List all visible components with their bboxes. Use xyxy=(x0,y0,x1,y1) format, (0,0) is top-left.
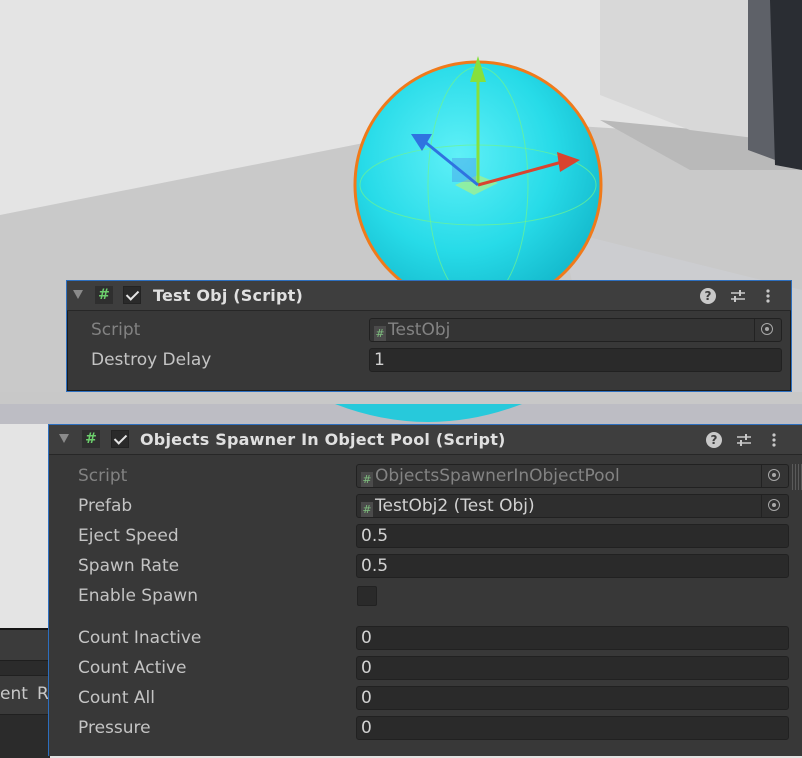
editor-toolbar xyxy=(0,630,50,661)
count-inactive-input[interactable]: 0 xyxy=(356,626,789,650)
checkmark-icon xyxy=(125,287,140,301)
object-picker-icon xyxy=(754,319,781,341)
foldout-arrow-icon[interactable] xyxy=(59,434,69,443)
editor-tab-bar: ent R xyxy=(0,675,50,715)
field-label-script: Script xyxy=(78,466,128,486)
eject-speed-input[interactable]: 0.5 xyxy=(356,524,789,548)
presets-icon[interactable] xyxy=(736,432,752,448)
component-enabled-checkbox[interactable] xyxy=(123,286,141,304)
script-icon: # xyxy=(361,502,373,517)
editor-tab-label[interactable]: ent xyxy=(0,684,28,704)
background-editor-window: ent R xyxy=(0,628,50,758)
more-icon[interactable] xyxy=(760,288,776,304)
script-object-value: ObjectsSpawnerInObjectPool xyxy=(375,466,620,486)
component-objects-spawner: # Objects Spawner In Object Pool (Script… xyxy=(48,424,802,756)
field-label-eject-speed: Eject Speed xyxy=(78,526,179,546)
field-label-destroy-delay: Destroy Delay xyxy=(91,350,212,370)
component-title: Test Obj (Script) xyxy=(153,286,304,305)
script-object-field: # TestObj xyxy=(369,318,782,342)
help-icon[interactable]: ? xyxy=(700,288,716,304)
script-icon: # xyxy=(361,472,373,487)
field-label-count-active: Count Active xyxy=(78,658,187,678)
object-picker-icon xyxy=(761,465,788,487)
scrollbar-handle[interactable] xyxy=(792,464,802,490)
field-label-count-all: Count All xyxy=(78,688,155,708)
spawn-rate-input[interactable]: 0.5 xyxy=(356,554,789,578)
help-icon[interactable]: ? xyxy=(706,432,722,448)
object-picker-icon[interactable] xyxy=(761,495,788,517)
component-title: Objects Spawner In Object Pool (Script) xyxy=(140,430,506,449)
checkmark-icon xyxy=(113,431,128,445)
prefab-object-field[interactable]: # TestObj2 (Test Obj) xyxy=(356,494,789,518)
count-active-input[interactable]: 0 xyxy=(356,656,789,680)
destroy-delay-input[interactable]: 1 xyxy=(369,348,782,372)
script-object-field: # ObjectsSpawnerInObjectPool xyxy=(356,464,789,488)
more-icon[interactable] xyxy=(766,432,782,448)
component-enabled-checkbox[interactable] xyxy=(111,430,129,448)
presets-icon[interactable] xyxy=(730,288,746,304)
component-test-obj: # Test Obj (Script) ? Script # TestObj De… xyxy=(66,280,792,392)
script-icon: # xyxy=(82,430,100,448)
field-label-enable-spawn: Enable Spawn xyxy=(78,586,198,606)
foldout-arrow-icon[interactable] xyxy=(73,290,83,299)
pressure-input[interactable]: 0 xyxy=(356,716,789,740)
count-all-input[interactable]: 0 xyxy=(356,686,789,710)
script-icon: # xyxy=(95,286,113,304)
component-header[interactable]: # Objects Spawner In Object Pool (Script… xyxy=(49,425,802,455)
component-header[interactable]: # Test Obj (Script) ? xyxy=(67,281,791,311)
enable-spawn-checkbox[interactable] xyxy=(357,586,377,606)
field-label-prefab: Prefab xyxy=(78,496,133,516)
field-label-count-inactive: Count Inactive xyxy=(78,628,202,648)
field-label-spawn-rate: Spawn Rate xyxy=(78,556,180,576)
script-icon: # xyxy=(374,326,386,341)
field-label-script: Script xyxy=(91,320,141,340)
script-object-value: TestObj xyxy=(388,320,451,340)
field-label-pressure: Pressure xyxy=(78,718,151,738)
prefab-object-value: TestObj2 (Test Obj) xyxy=(375,496,535,516)
